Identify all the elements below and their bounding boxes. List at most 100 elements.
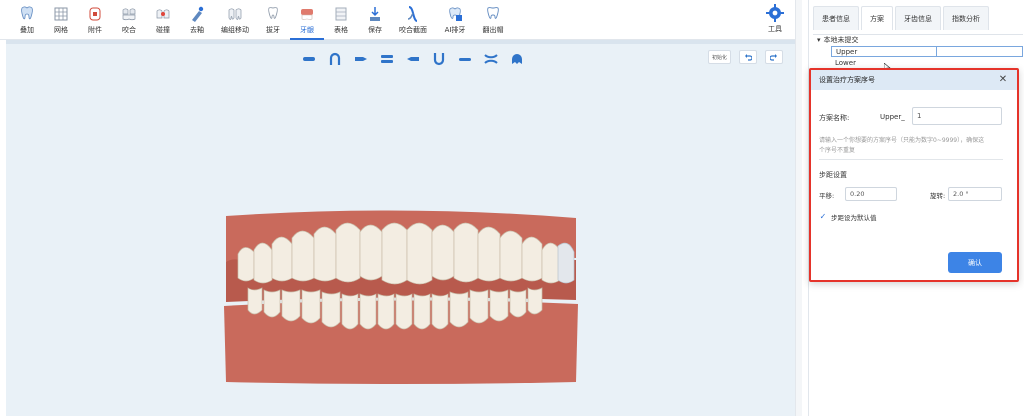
attachment-icon xyxy=(89,7,101,21)
tools-button[interactable]: 工具 xyxy=(760,4,790,38)
lower-arch-button[interactable] xyxy=(430,52,448,66)
close-icon[interactable]: ✕ xyxy=(997,74,1009,86)
tool-group-move[interactable]: 编组移动 xyxy=(214,0,256,40)
tool-label: 叠加 xyxy=(20,26,34,34)
tab-tooth-info[interactable]: 牙齿信息 xyxy=(895,6,941,30)
tool-label: 附件 xyxy=(88,26,102,34)
occlusion-icon xyxy=(122,8,136,21)
translate-label: 平移: xyxy=(819,192,835,200)
tools-label: 工具 xyxy=(768,25,782,33)
bottom-view-button[interactable] xyxy=(456,52,474,66)
undo-icon xyxy=(745,54,752,61)
rotate-step-input[interactable]: 2.0 ° xyxy=(948,187,1002,201)
tool-label: 去釉 xyxy=(190,26,204,34)
front-view-button[interactable] xyxy=(300,52,318,66)
tool-table[interactable]: 表格 xyxy=(324,0,358,40)
tool-label: 网格 xyxy=(54,26,68,34)
tool-enamel[interactable]: 去釉 xyxy=(180,0,214,40)
tree-item-label: Upper xyxy=(836,47,858,56)
viewport-corner-buttons: 初始化 xyxy=(707,50,783,64)
tool-attachment[interactable]: 附件 xyxy=(78,0,112,40)
tab-patient-info[interactable]: 患者信息 xyxy=(813,6,859,30)
tool-label: 拔牙 xyxy=(266,26,280,34)
tool-gum[interactable]: 牙龈 xyxy=(290,0,324,40)
tool-grid[interactable]: 网格 xyxy=(44,0,78,40)
bottom-view-icon xyxy=(459,58,471,61)
collapse-arrow-icon[interactable]: ▾ xyxy=(817,36,821,44)
tool-ai-arrange[interactable]: AI排牙 xyxy=(434,0,476,40)
ai-arrange-icon xyxy=(449,7,462,21)
tool-label: 翻出帽 xyxy=(482,26,504,34)
redo-icon xyxy=(770,54,777,61)
occlusal-view-button[interactable] xyxy=(508,52,526,66)
plan-number-value: 1 xyxy=(917,112,922,120)
collision-icon xyxy=(156,9,170,19)
tree-root-label: 本地未提交 xyxy=(823,36,859,44)
split-view-button[interactable] xyxy=(482,52,500,66)
column-divider xyxy=(936,47,937,56)
redo-button[interactable] xyxy=(765,50,783,64)
tool-cap[interactable]: 翻出帽 xyxy=(476,0,510,40)
tool-collision[interactable]: 碰撞 xyxy=(146,0,180,40)
translate-step-input[interactable]: 0.20 xyxy=(845,187,897,201)
translate-step-value: 0.20 xyxy=(850,190,865,198)
tool-label: 碰撞 xyxy=(156,26,170,34)
toolbar: 叠加 网格 附件 咬合 碰撞 去釉 编组移动 拔牙 牙龈 表格 保存 咬合截面 … xyxy=(0,0,800,40)
tool-save[interactable]: 保存 xyxy=(358,0,392,40)
reset-view-label: 初始化 xyxy=(711,54,727,61)
tool-extraction[interactable]: 拔牙 xyxy=(256,0,290,40)
treatment-plan-number-dialog: 设置治疗方案序号 ✕ 方案名称: Upper_ 1 请输入一个你想要的方案序号（… xyxy=(809,68,1019,282)
section-icon xyxy=(407,6,418,22)
viewport-top-strip xyxy=(6,40,795,44)
tree-item-label: Lower xyxy=(835,58,856,67)
upper-arch-button[interactable] xyxy=(326,52,344,66)
step-settings-heading: 步距设置 xyxy=(819,171,847,179)
cap-icon xyxy=(487,7,499,19)
tool-label: 编组移动 xyxy=(221,26,249,34)
gum-icon xyxy=(301,9,313,20)
tree-item-upper[interactable]: Upper xyxy=(831,46,1023,57)
reset-view-button[interactable]: 初始化 xyxy=(707,50,731,64)
plan-number-hint: 请输入一个你想要的方案序号（只能为数字0~9999），确保这个序号不重复 xyxy=(819,137,985,154)
tool-overlay[interactable]: 叠加 xyxy=(10,0,44,40)
view-buttons xyxy=(300,52,526,66)
confirm-button[interactable]: 确认 xyxy=(948,252,1002,273)
app-window: 叠加 网格 附件 咬合 碰撞 去釉 编组移动 拔牙 牙龈 表格 保存 咬合截面 … xyxy=(0,0,1024,416)
tab-index-analysis[interactable]: 指数分析 xyxy=(943,6,989,30)
tab-plan[interactable]: 方案 xyxy=(861,6,893,30)
plan-tree: ▾ 本地未提交 Upper Lower xyxy=(813,34,1023,68)
panel-tabs: 患者信息 方案 牙齿信息 指数分析 xyxy=(813,6,989,30)
right-view-button[interactable] xyxy=(352,52,370,66)
tool-label: 咬合 xyxy=(122,26,136,34)
tree-root[interactable]: ▾ 本地未提交 xyxy=(817,35,859,45)
undo-button[interactable] xyxy=(739,50,757,64)
rotate-label: 旋转: xyxy=(930,192,946,200)
front-view-icon xyxy=(303,57,315,61)
save-icon xyxy=(370,7,380,21)
panel-splitter[interactable] xyxy=(795,0,802,416)
dental-model xyxy=(224,210,578,384)
lower-arch-icon xyxy=(433,53,445,66)
occlusal-view-icon xyxy=(512,54,522,64)
default-step-label: 步距设为默认值 xyxy=(831,214,877,222)
grid-icon xyxy=(54,7,68,21)
tree-item-lower[interactable]: Lower xyxy=(831,57,1023,68)
tool-occlusion[interactable]: 咬合 xyxy=(112,0,146,40)
plan-name-prefix: Upper_ xyxy=(880,113,905,121)
right-view-icon xyxy=(355,57,367,61)
center-view-button[interactable] xyxy=(378,52,396,66)
tool-section[interactable]: 咬合截面 xyxy=(392,0,434,40)
upper-arch-icon xyxy=(329,52,341,65)
tool-label: AI排牙 xyxy=(444,26,466,34)
plan-name-label: 方案名称: xyxy=(819,114,850,122)
default-step-checkbox[interactable]: ✓ 步距设为默认值 xyxy=(819,212,877,223)
left-view-button[interactable] xyxy=(404,52,422,66)
enamel-brush-icon xyxy=(192,6,204,22)
rotate-step-value: 2.0 ° xyxy=(953,190,969,198)
3d-viewport[interactable]: 初始化 xyxy=(6,40,795,416)
plan-number-input[interactable]: 1 xyxy=(912,107,1002,125)
table-icon xyxy=(335,7,347,21)
left-view-icon xyxy=(407,57,419,61)
divider xyxy=(819,159,1003,160)
split-view-icon xyxy=(484,54,498,64)
